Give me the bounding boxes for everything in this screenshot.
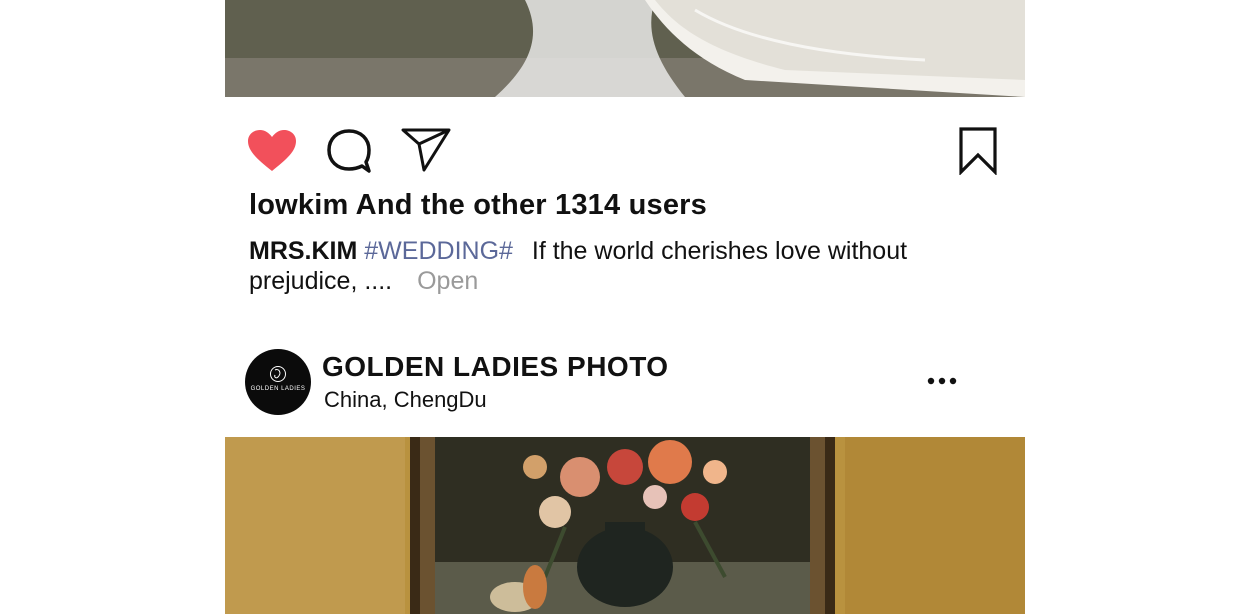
avatar[interactable]: GOLDEN LADIES: [245, 349, 311, 415]
post-header: GOLDEN LADIES GOLDEN LADIES PHOTO China,…: [225, 345, 1025, 425]
bookmark-icon[interactable]: [958, 127, 998, 175]
heart-icon[interactable]: [247, 129, 297, 173]
still-life-photo[interactable]: [225, 437, 1025, 614]
instagram-feed: lowkim And the other 1314 users MRS.KIM …: [225, 0, 1025, 614]
golden-ladies-logo-icon: [270, 366, 286, 382]
post-caption: MRS.KIM #WEDDING# If the world cherishes…: [249, 236, 969, 296]
post-location[interactable]: China, ChengDu: [324, 387, 487, 413]
avatar-logo-text: GOLDEN LADIES: [250, 386, 306, 392]
caption-username[interactable]: MRS.KIM: [249, 237, 357, 265]
caption-hashtag[interactable]: #WEDDING#: [364, 237, 513, 265]
caption-open-link[interactable]: Open: [417, 267, 478, 295]
account-name[interactable]: GOLDEN LADIES PHOTO: [322, 351, 669, 383]
send-paper-plane-icon[interactable]: [401, 127, 451, 173]
comment-bubble-icon[interactable]: [325, 127, 373, 175]
still-life-photo-art: [225, 437, 1025, 614]
wedding-photo[interactable]: [225, 0, 1025, 97]
post-action-bar: [225, 97, 1025, 187]
more-horizontal-icon[interactable]: [925, 367, 959, 395]
wedding-photo-art: [225, 0, 1025, 97]
likes-summary[interactable]: lowkim And the other 1314 users: [249, 189, 707, 222]
